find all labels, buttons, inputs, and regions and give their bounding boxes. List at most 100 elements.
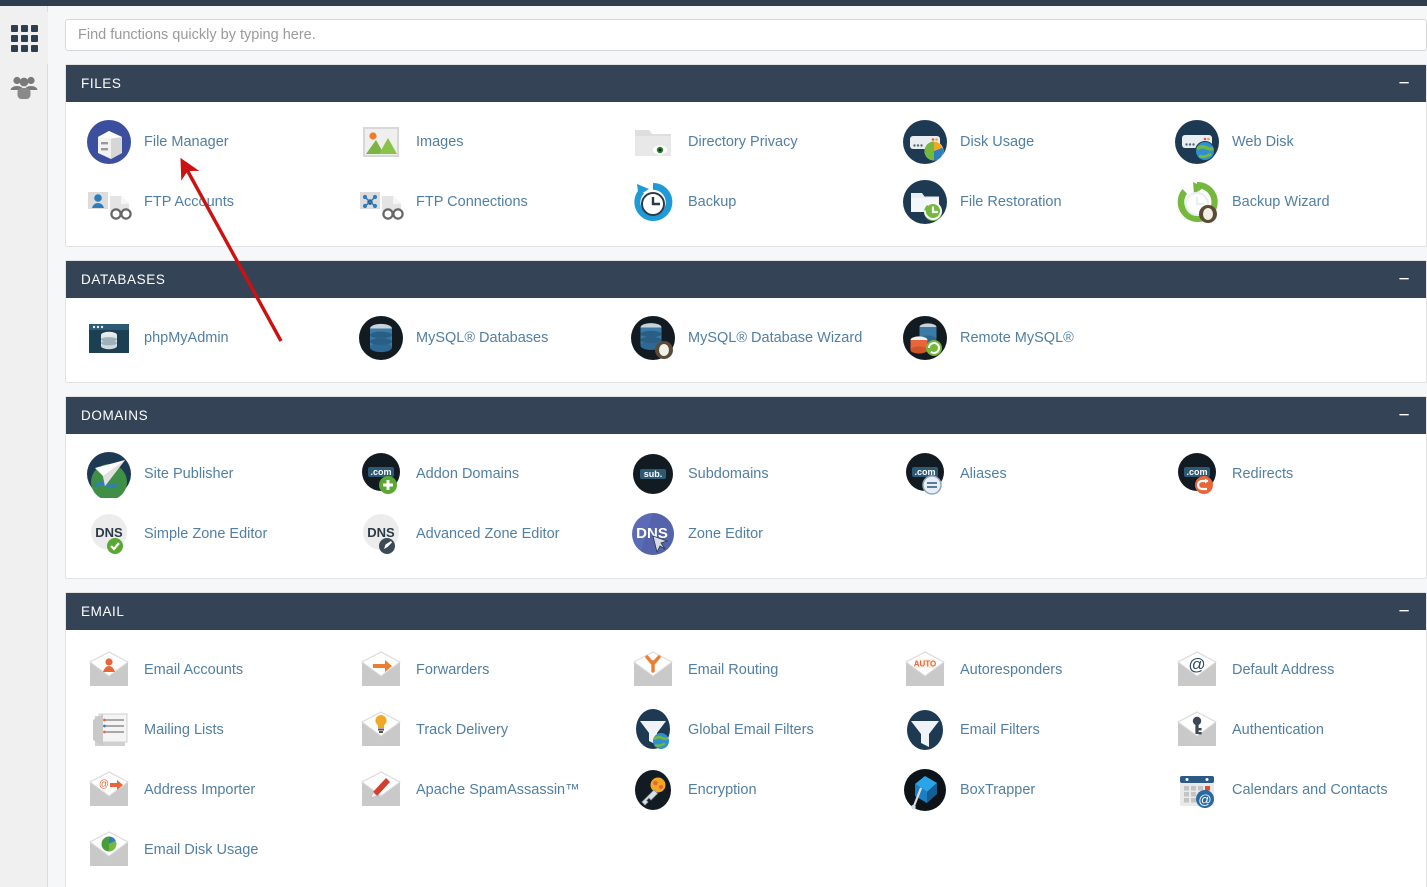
email-disk-usage-icon — [85, 826, 133, 874]
tile-advanced-zone-editor[interactable]: DNS Advanced Zone Editor — [338, 504, 610, 564]
section-body-databases: phpMyAdmin MySQL® Databases MySQL® Databas… — [66, 298, 1426, 382]
svg-text:.com: .com — [370, 467, 391, 477]
tile-label: Apache SpamAssassin™ — [416, 782, 580, 798]
tile-file-restoration[interactable]: File Restoration — [882, 172, 1154, 232]
tile-email-accounts[interactable]: Email Accounts — [66, 640, 338, 700]
tile-authentication[interactable]: Authentication — [1154, 700, 1426, 760]
tile-subdomains[interactable]: sub. Subdomains — [610, 444, 882, 504]
tile-encryption[interactable]: Encryption — [610, 760, 882, 820]
svg-text:DNS: DNS — [95, 525, 123, 540]
svg-text:sub.: sub. — [644, 469, 663, 479]
tile-directory-privacy[interactable]: Directory Privacy — [610, 112, 882, 172]
tile-label: MySQL® Database Wizard — [688, 330, 863, 346]
svg-text:AUTO: AUTO — [914, 660, 937, 669]
collapse-toggle[interactable]: − — [1396, 602, 1412, 621]
directory-privacy-icon — [629, 118, 677, 166]
tile-simple-zone-editor[interactable]: DNS Simple Zone Editor — [66, 504, 338, 564]
tile-label: Addon Domains — [416, 466, 520, 482]
tile-mailing-lists[interactable]: Mailing Lists — [66, 700, 338, 760]
tile-boxtrapper[interactable]: BoxTrapper — [882, 760, 1154, 820]
mysql-wizard-icon — [629, 314, 677, 362]
email-accounts-icon — [85, 646, 133, 694]
collapse-toggle[interactable]: − — [1396, 270, 1412, 289]
tile-autoresponders[interactable]: AUTO Autoresponders — [882, 640, 1154, 700]
global-email-filters-icon — [629, 706, 677, 754]
tile-label: Backup — [688, 194, 737, 210]
main-content: FILES − File Manager Images Directory Privac… — [49, 6, 1427, 887]
section-header-files[interactable]: FILES − — [66, 65, 1426, 102]
advanced-zone-editor-icon: DNS — [357, 510, 405, 558]
tile-file-manager[interactable]: File Manager — [66, 112, 338, 172]
tile-label: Web Disk — [1232, 134, 1294, 150]
tile-label: Backup Wizard — [1232, 194, 1330, 210]
tile-ftp-connections[interactable]: FTP Connections — [338, 172, 610, 232]
collapse-toggle[interactable]: − — [1396, 74, 1412, 93]
section-domains: DOMAINS − Site Publisher .com Addon Domains s… — [65, 396, 1427, 579]
section-databases: DATABASES − phpMyAdmin MySQL® Databases MySQ… — [65, 260, 1427, 383]
tile-web-disk[interactable]: Web Disk — [1154, 112, 1426, 172]
addon-domains-icon: .com — [357, 450, 405, 498]
search-input[interactable] — [65, 19, 1427, 51]
tile-disk-usage[interactable]: Disk Usage — [882, 112, 1154, 172]
tile-label: Zone Editor — [688, 526, 763, 542]
sidebar-item-user-manager[interactable] — [0, 64, 48, 116]
section-header-domains[interactable]: DOMAINS − — [66, 397, 1426, 434]
subdomains-icon: sub. — [629, 450, 677, 498]
tile-label: Email Routing — [688, 662, 779, 678]
tile-label: Mailing Lists — [144, 722, 224, 738]
tile-email-routing[interactable]: Email Routing — [610, 640, 882, 700]
sidebar-item-apps-grid[interactable] — [0, 12, 48, 64]
aliases-icon: .com — [901, 450, 949, 498]
svg-text:DNS: DNS — [367, 525, 395, 540]
tile-calendars-and-contacts[interactable]: @ Calendars and Contacts — [1154, 760, 1426, 820]
tile-label: Images — [416, 134, 464, 150]
tile-label: Email Accounts — [144, 662, 244, 678]
tile-backup[interactable]: Backup — [610, 172, 882, 232]
tile-aliases[interactable]: .com Aliases — [882, 444, 1154, 504]
section-title: FILES — [81, 76, 122, 91]
cpanel-page: FILES − File Manager Images Directory Privac… — [0, 0, 1427, 887]
tile-phpmyadmin[interactable]: phpMyAdmin — [66, 308, 338, 368]
web-disk-icon — [1173, 118, 1221, 166]
tile-label: Forwarders — [416, 662, 490, 678]
collapse-toggle[interactable]: − — [1396, 406, 1412, 425]
sections-container: FILES − File Manager Images Directory Privac… — [49, 64, 1427, 887]
section-files: FILES − File Manager Images Directory Privac… — [65, 64, 1427, 247]
track-delivery-icon — [357, 706, 405, 754]
forwarders-icon — [357, 646, 405, 694]
section-header-email[interactable]: EMAIL − — [66, 593, 1426, 630]
tile-redirects[interactable]: .com Redirects — [1154, 444, 1426, 504]
tile-label: Email Filters — [960, 722, 1040, 738]
section-email: EMAIL − Email Accounts Forwarders Email Rout… — [65, 592, 1427, 887]
tile-mysql-database-wizard[interactable]: MySQL® Database Wizard — [610, 308, 882, 368]
tile-label: Directory Privacy — [688, 134, 798, 150]
tile-zone-editor[interactable]: DNS Zone Editor — [610, 504, 882, 564]
tile-addon-domains[interactable]: .com Addon Domains — [338, 444, 610, 504]
tile-images[interactable]: Images — [338, 112, 610, 172]
tile-ftp-accounts[interactable]: FTP Accounts — [66, 172, 338, 232]
tile-forwarders[interactable]: Forwarders — [338, 640, 610, 700]
section-header-databases[interactable]: DATABASES − — [66, 261, 1426, 298]
phpmyadmin-icon — [85, 314, 133, 362]
tile-label: Subdomains — [688, 466, 769, 482]
sidebar — [0, 6, 48, 887]
tile-global-email-filters[interactable]: Global Email Filters — [610, 700, 882, 760]
backup-wizard-icon — [1173, 178, 1221, 226]
tile-label: Disk Usage — [960, 134, 1035, 150]
tile-backup-wizard[interactable]: Backup Wizard — [1154, 172, 1426, 232]
tile-email-filters[interactable]: Email Filters — [882, 700, 1154, 760]
images-icon — [357, 118, 405, 166]
tile-track-delivery[interactable]: Track Delivery — [338, 700, 610, 760]
tile-apache-spamassassin[interactable]: Apache SpamAssassin™ — [338, 760, 610, 820]
tile-email-disk-usage[interactable]: Email Disk Usage — [66, 820, 338, 880]
tile-label: Email Disk Usage — [144, 842, 259, 858]
tile-site-publisher[interactable]: Site Publisher — [66, 444, 338, 504]
section-body-files: File Manager Images Directory Privacy Disk … — [66, 102, 1426, 246]
backup-icon — [629, 178, 677, 226]
tile-default-address[interactable]: @ Default Address — [1154, 640, 1426, 700]
tile-mysql-databases[interactable]: MySQL® Databases — [338, 308, 610, 368]
tile-remote-mysql[interactable]: Remote MySQL® — [882, 308, 1154, 368]
tile-address-importer[interactable]: @ Address Importer — [66, 760, 338, 820]
section-body-email: Email Accounts Forwarders Email Routing AUT… — [66, 630, 1426, 887]
tile-label: Site Publisher — [144, 466, 234, 482]
